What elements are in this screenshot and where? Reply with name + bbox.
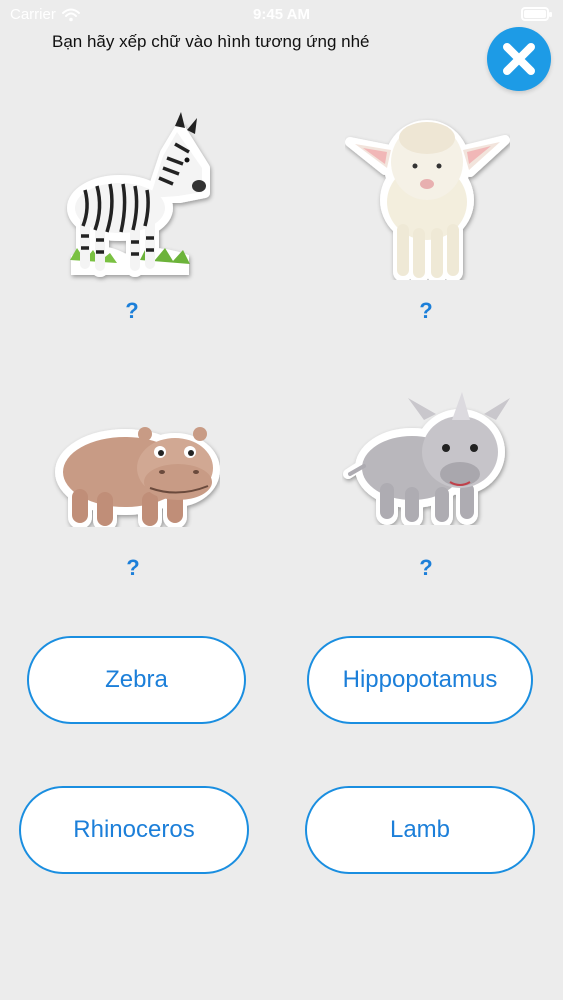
battery-fill bbox=[524, 10, 546, 18]
hippopotamus-answer-slot[interactable]: ? bbox=[113, 555, 153, 581]
lamb-answer-slot[interactable]: ? bbox=[406, 298, 446, 324]
rhinoceros-image bbox=[342, 390, 512, 530]
option-hippopotamus-button[interactable]: Hippopotamus bbox=[307, 636, 533, 724]
hippopotamus-image bbox=[50, 412, 220, 532]
zebra-image bbox=[55, 108, 215, 288]
rhinoceros-answer-slot[interactable]: ? bbox=[406, 555, 446, 581]
instruction-text: Bạn hãy xếp chữ vào hình tương ứng nhé bbox=[52, 32, 370, 51]
status-bar: Carrier 9:45 AM bbox=[0, 0, 563, 30]
option-lamb-button[interactable]: Lamb bbox=[305, 786, 535, 874]
zebra-answer-slot[interactable]: ? bbox=[112, 298, 152, 324]
lamb-image bbox=[345, 110, 510, 285]
option-rhinoceros-button[interactable]: Rhinoceros bbox=[19, 786, 249, 874]
close-icon bbox=[503, 43, 535, 75]
close-button[interactable] bbox=[487, 27, 551, 91]
battery-icon bbox=[521, 7, 552, 21]
option-zebra-button[interactable]: Zebra bbox=[27, 636, 246, 724]
status-time: 9:45 AM bbox=[253, 6, 310, 23]
